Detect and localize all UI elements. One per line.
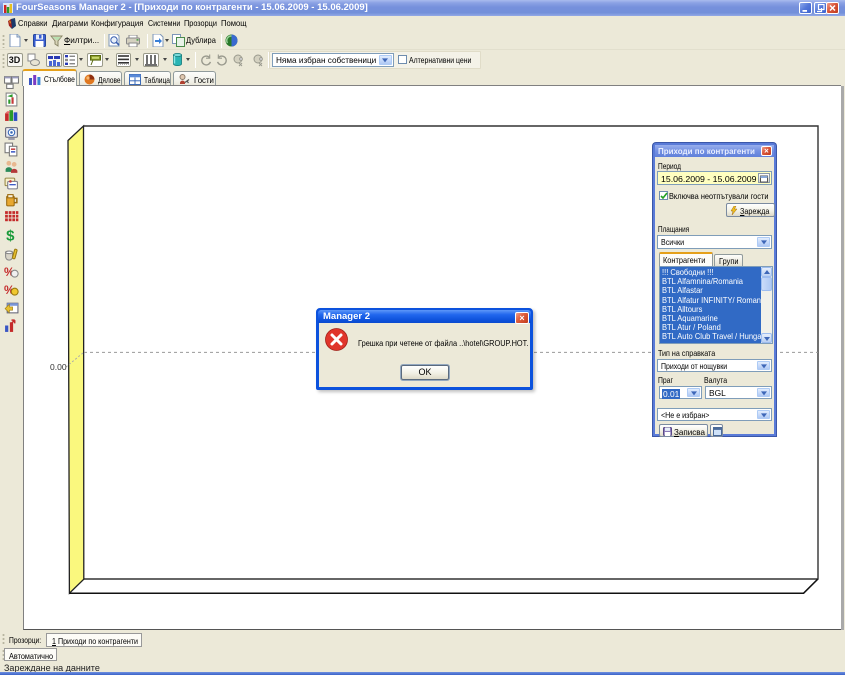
svg-text:0.00: 0.00 (50, 362, 67, 372)
svg-text:$: $ (6, 227, 15, 242)
